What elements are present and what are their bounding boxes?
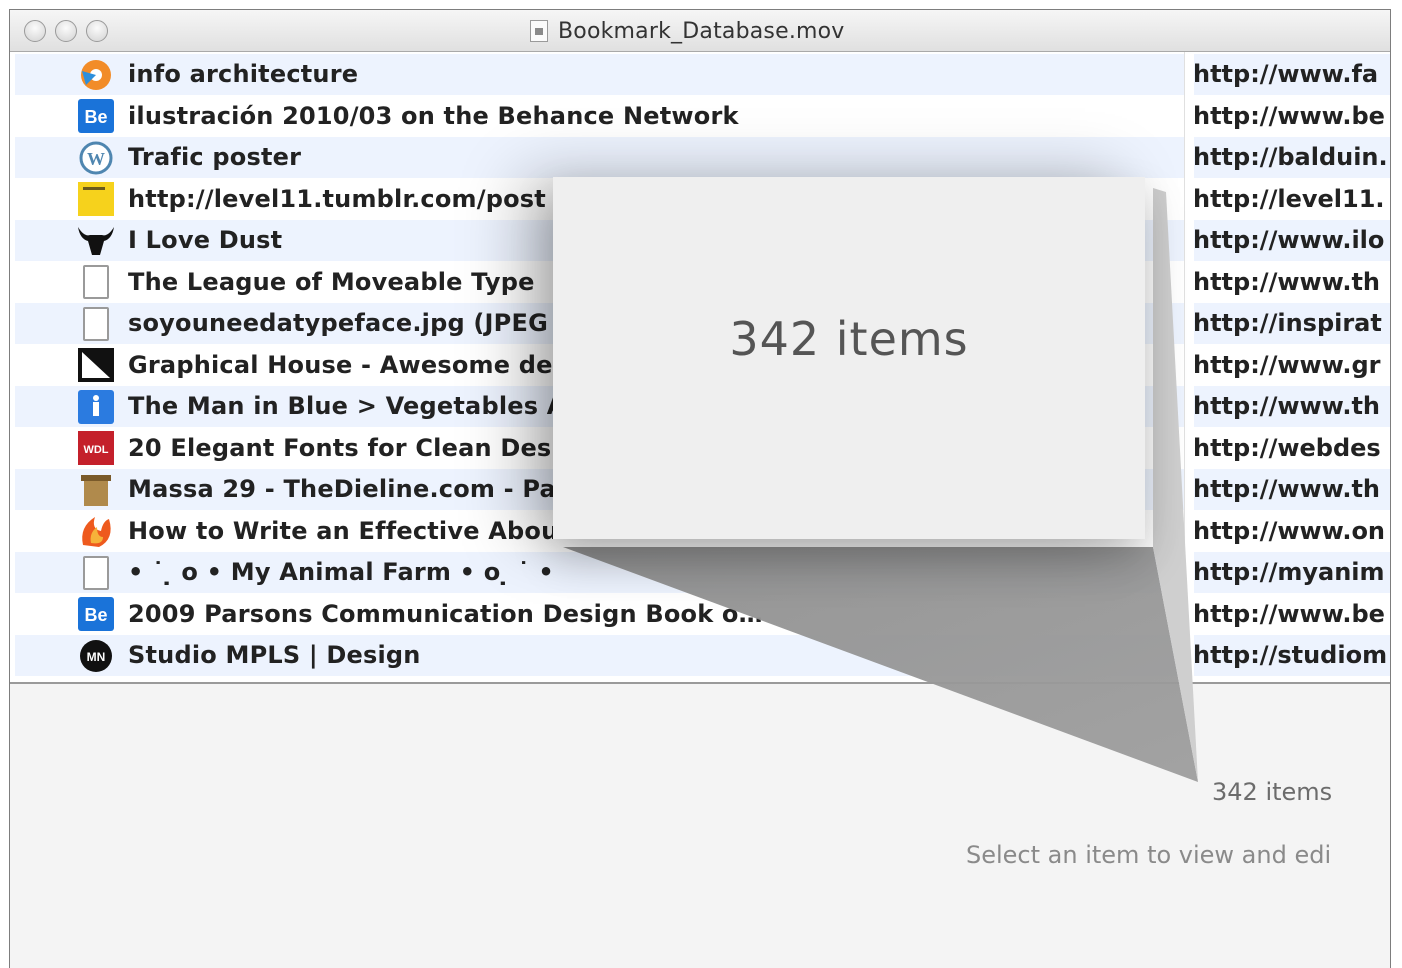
bookmark-title: The Man in Blue > Vegetables A bbox=[128, 392, 566, 420]
bookmark-title: Graphical House - Awesome des bbox=[128, 350, 568, 379]
wdl-icon: WDL bbox=[76, 429, 116, 467]
document-icon bbox=[76, 554, 116, 592]
bookmark-title: The League of Moveable Type bbox=[128, 267, 535, 296]
bookmark-title: Massa 29 - TheDieline.com - Pa bbox=[128, 475, 556, 503]
bookmark-url: http://webdes bbox=[1193, 433, 1381, 462]
svg-text:W: W bbox=[87, 149, 105, 169]
zoomed-count-popover: 342 items bbox=[553, 177, 1145, 539]
bookmark-url: http://www.th bbox=[1193, 267, 1380, 296]
bookmark-title: • ˙ ̣ o • My Animal Farm • o ̣ ˙ • bbox=[128, 558, 554, 586]
movie-file-icon bbox=[530, 20, 548, 42]
bookmark-title: I Love Dust bbox=[128, 226, 283, 254]
bookmark-url: http://inspirat bbox=[1193, 309, 1382, 337]
window-title: Bookmark_Database.mov bbox=[558, 18, 845, 44]
minimize-window-button[interactable] bbox=[55, 20, 77, 42]
bookmark-url: http://www.fa bbox=[1193, 60, 1379, 88]
man-in-blue-icon bbox=[76, 388, 116, 426]
bookmark-url: http://myanim bbox=[1193, 558, 1385, 586]
behance-icon: Be bbox=[76, 97, 116, 135]
title-bar: Bookmark_Database.mov bbox=[10, 10, 1390, 52]
svg-text:Be: Be bbox=[84, 107, 107, 127]
bookmark-title: Trafic poster bbox=[128, 143, 302, 171]
flame-icon bbox=[76, 512, 116, 550]
bookmark-title: Studio MPLS | Design bbox=[128, 641, 421, 669]
bookmark-url: http://studiom bbox=[1193, 641, 1388, 669]
bookmark-title: 20 Elegant Fonts for Clean Desig bbox=[128, 433, 578, 462]
graphical-house-icon bbox=[76, 346, 116, 384]
behance-icon: Be bbox=[76, 595, 116, 633]
bookmark-url: http://www.th bbox=[1193, 392, 1380, 420]
svg-text:Be: Be bbox=[84, 605, 107, 625]
close-window-button[interactable] bbox=[24, 20, 46, 42]
bookmark-url: http://www.th bbox=[1193, 475, 1380, 503]
bookmark-url: http://www.be bbox=[1193, 599, 1385, 628]
bookmark-title: http://level11.tumblr.com/post bbox=[128, 184, 546, 213]
bookmark-url: http://www.on bbox=[1193, 516, 1386, 545]
detail-hint-text: Select an item to view and edi bbox=[966, 841, 1332, 869]
svg-text:MN: MN bbox=[87, 650, 106, 664]
orange-globe-icon bbox=[76, 56, 116, 94]
bookmark-url: http://www.be bbox=[1193, 101, 1385, 130]
dieline-icon bbox=[76, 471, 116, 509]
bull-icon bbox=[76, 222, 116, 260]
window-title-group: Bookmark_Database.mov bbox=[530, 18, 845, 44]
list-bottom-border bbox=[10, 682, 1390, 684]
document-icon bbox=[76, 305, 116, 343]
bookmark-url: http://www.ilo bbox=[1193, 226, 1385, 254]
svg-text:WDL: WDL bbox=[83, 444, 108, 456]
bookmark-url: http://www.gr bbox=[1193, 350, 1381, 379]
bookmark-url: http://level11. bbox=[1193, 184, 1385, 213]
detail-item-count: 342 items bbox=[1212, 778, 1333, 806]
document-icon bbox=[76, 263, 116, 301]
bookmark-title: How to Write an Effective About bbox=[128, 516, 571, 545]
bookmark-title: 2009 Parsons Communication Design Book o… bbox=[128, 599, 763, 628]
bookmark-url: http://balduin. bbox=[1193, 143, 1388, 171]
column-divider[interactable] bbox=[1184, 52, 1194, 684]
popover-item-count: 342 items bbox=[729, 312, 969, 366]
studio-mpls-icon: MN bbox=[76, 637, 116, 675]
bookmark-title: soyouneedatypeface.jpg (JPEG In bbox=[128, 309, 583, 337]
bookmark-title: info architecture bbox=[128, 60, 359, 88]
yellow-note-icon bbox=[76, 180, 116, 218]
wordpress-icon: W bbox=[76, 139, 116, 177]
zoom-window-button[interactable] bbox=[86, 20, 108, 42]
bookmark-title: ilustración 2010/03 on the Behance Netwo… bbox=[128, 101, 739, 130]
